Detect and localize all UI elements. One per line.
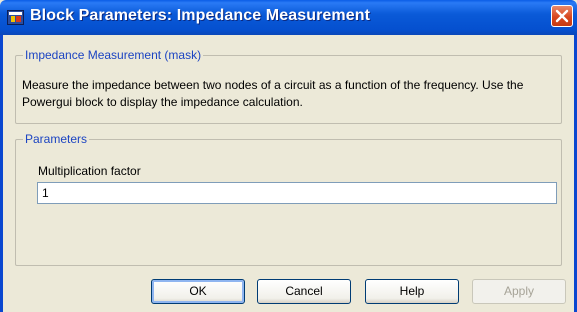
ok-button[interactable]: OK xyxy=(151,279,245,304)
simulink-block-icon xyxy=(7,10,24,25)
multiplication-factor-input[interactable] xyxy=(37,182,557,204)
close-icon xyxy=(555,9,569,23)
mask-group-legend: Impedance Measurement (mask) xyxy=(23,48,204,62)
cancel-button[interactable]: Cancel xyxy=(257,279,351,304)
help-button[interactable]: Help xyxy=(365,279,459,304)
block-parameters-dialog: Block Parameters: Impedance Measurement … xyxy=(0,0,577,312)
multiplication-factor-label: Multiplication factor xyxy=(38,164,141,178)
mask-description-text: Measure the impedance between two nodes … xyxy=(22,78,524,109)
apply-button[interactable]: Apply xyxy=(472,279,566,304)
parameters-group-legend: Parameters xyxy=(23,132,90,146)
window-frame-left xyxy=(0,35,3,312)
title-bar[interactable]: Block Parameters: Impedance Measurement xyxy=(0,0,577,35)
window-title: Block Parameters: Impedance Measurement xyxy=(30,7,371,24)
close-button[interactable] xyxy=(551,5,573,27)
